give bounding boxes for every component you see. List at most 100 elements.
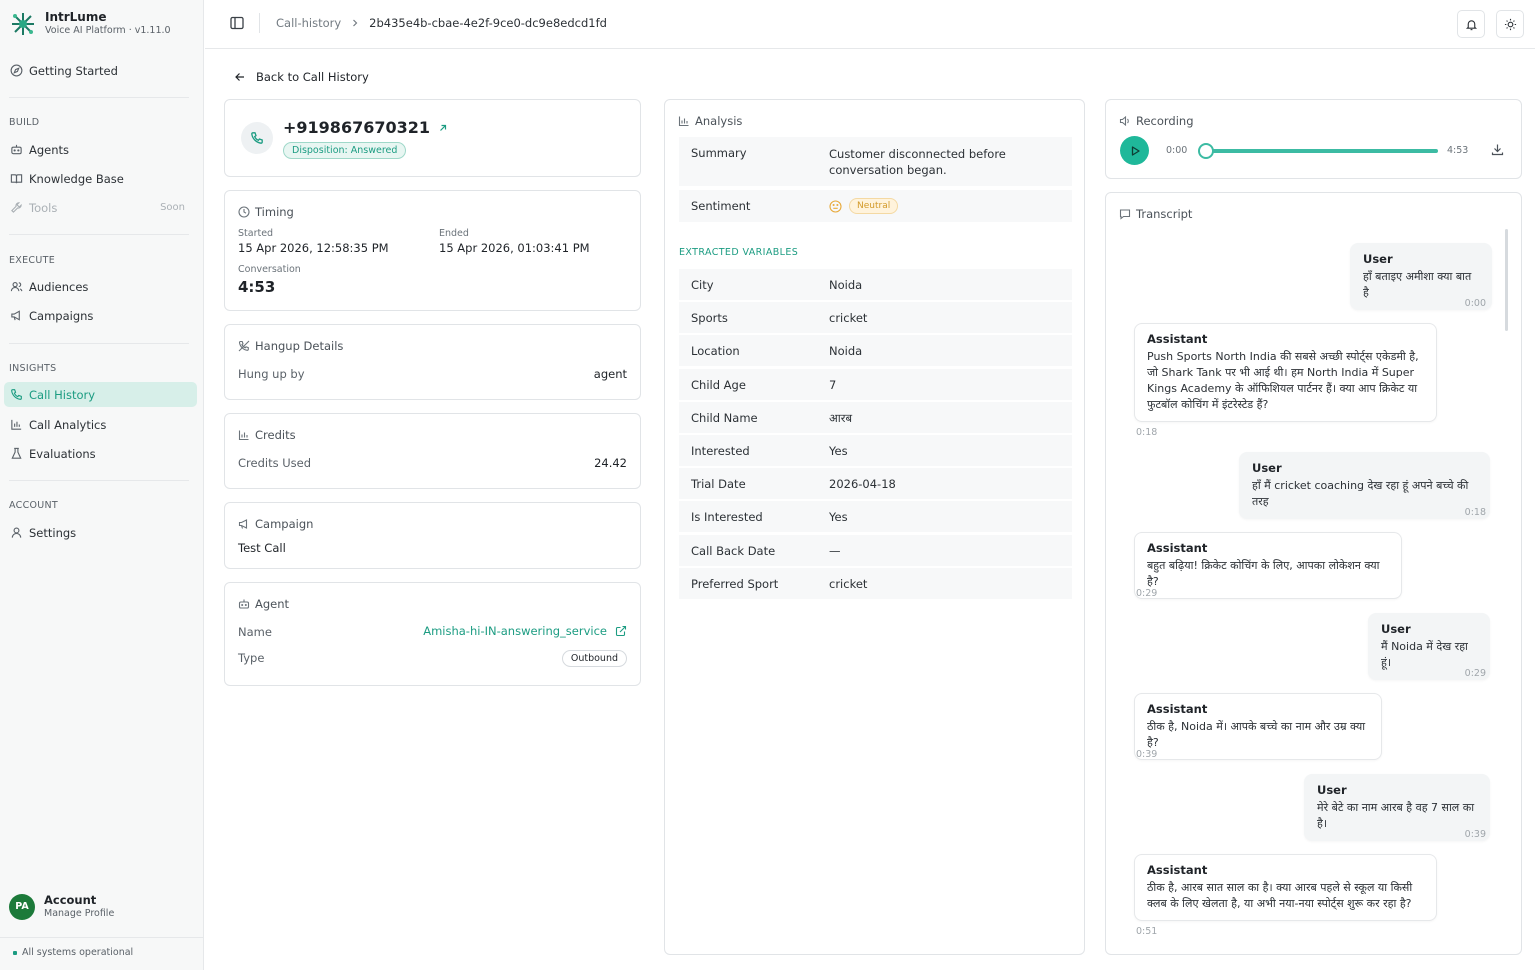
variable-row: Interested Yes [679, 435, 1072, 467]
sidebar-item-getting-started[interactable]: Getting Started [4, 58, 197, 83]
variable-key: Sports [691, 311, 728, 326]
notifications-button[interactable] [1457, 10, 1485, 38]
nav-divider [9, 234, 189, 235]
message-text: ठीक है, आरब सात साल का है। क्या आरब पहले… [1147, 881, 1413, 910]
sidebar-toggle-icon[interactable] [229, 15, 245, 31]
nav-divider [9, 343, 189, 344]
message-timestamp: 0:39 [1464, 829, 1486, 840]
sidebar-item-evaluations[interactable]: Evaluations [4, 441, 197, 466]
sidebar-item-label: Getting Started [29, 63, 118, 78]
brand[interactable]: IntrLume Voice AI Platform · v1.11.0 [10, 10, 171, 37]
card-title: Analysis [678, 114, 742, 128]
variable-value: cricket [829, 576, 868, 591]
user-icon [9, 526, 23, 540]
progress-track[interactable] [1206, 149, 1438, 153]
play-button[interactable] [1120, 136, 1149, 165]
status-dot-icon [13, 950, 17, 955]
message-text: ठीक है, Noida में। आपके बच्चे का नाम और … [1147, 720, 1366, 749]
timing-title: Timing [255, 205, 294, 219]
transcript-message: User हाँ मैं cricket coaching देख रहा हू… [1239, 452, 1490, 519]
variable-key: Interested [691, 444, 750, 458]
ended-label: Ended [439, 228, 469, 239]
message-text: हाँ बताइए अमीशा क्या बात है [1363, 270, 1472, 299]
transcript-scrollbar[interactable] [1505, 229, 1508, 331]
sidebar-item-label: Settings [29, 525, 77, 540]
started-value: 15 Apr 2026, 12:58:35 PM [238, 241, 389, 255]
breadcrumb-parent[interactable]: Call-history [276, 16, 341, 30]
started-label: Started [238, 228, 274, 239]
arrow-up-right-icon [440, 124, 447, 131]
credits-used-label: Credits Used [238, 456, 312, 470]
card-title: Timing [238, 205, 294, 219]
bar-chart-icon [9, 418, 23, 432]
sidebar-item-settings[interactable]: Settings [4, 520, 197, 545]
variable-key: City [691, 278, 714, 292]
sidebar-item-campaigns[interactable]: Campaigns [4, 303, 197, 328]
nav-section-insights: INSIGHTS [9, 363, 57, 374]
message-role: User [1252, 461, 1282, 475]
agent-name-link[interactable]: Amisha-hi-IN-answering_service [423, 624, 627, 638]
theme-toggle-button[interactable] [1496, 10, 1524, 38]
credits-title: Credits [255, 428, 296, 442]
sun-icon [1504, 18, 1516, 30]
nav-section-build: BUILD [9, 117, 40, 128]
card-title: Hangup Details [238, 339, 343, 353]
download-icon[interactable] [1491, 143, 1504, 156]
variable-row: Call Back Date — [679, 534, 1072, 567]
bell-icon [1465, 19, 1477, 30]
variable-row: Trial Date 2026-04-18 [679, 468, 1072, 501]
sidebar-item-call-history[interactable]: Call History [4, 382, 197, 407]
campaign-value[interactable]: Test Call [238, 541, 286, 555]
message-text: बहुत बढ़िया! क्रिकेट कोचिंग के लिए, आपका… [1147, 559, 1380, 588]
phone-off-icon [238, 340, 250, 352]
clock-icon [238, 206, 250, 218]
agent-name-value: Amisha-hi-IN-answering_service [423, 624, 607, 638]
bar-chart-icon [238, 429, 250, 441]
message-role: Assistant [1147, 702, 1208, 716]
message-role: Assistant [1147, 332, 1208, 346]
back-to-call-history-link[interactable]: Back to Call History [234, 70, 369, 84]
message-timestamp: 0:39 [1136, 749, 1158, 760]
variable-value: Yes [829, 510, 848, 525]
neutral-face-icon [829, 199, 842, 213]
analysis-title: Analysis [695, 114, 743, 128]
message-timestamp: 0:00 [1464, 298, 1486, 309]
message-role: Assistant [1147, 541, 1208, 555]
variable-key: Child Name [691, 410, 758, 425]
hung-up-by-value: agent [593, 367, 627, 381]
sidebar-item-knowledge-base[interactable]: Knowledge Base [4, 166, 197, 191]
sidebar-item-audiences[interactable]: Audiences [4, 274, 197, 299]
sidebar-item-label: Audiences [29, 279, 89, 294]
agent-type-badge: Outbound [561, 650, 627, 667]
account-subtitle: Manage Profile [44, 908, 115, 919]
transcript-card: Transcript User हाँ बताइए अमीशा क्या बात… [1105, 192, 1522, 955]
account-profile[interactable]: PA Account Manage Profile [9, 893, 114, 920]
variable-row: Child Age 7 [679, 368, 1072, 401]
variable-value: आरब [829, 410, 853, 425]
transcript-message: Assistant Push Sports North India की सबस… [1134, 323, 1437, 422]
sidebar-item-agents[interactable]: Agents [4, 137, 197, 162]
divider [259, 13, 260, 33]
variable-row: City Noida [679, 269, 1072, 301]
progress-handle[interactable] [1198, 143, 1214, 159]
transcript-message: Assistant ठीक है, Noida में। आपके बच्चे … [1134, 693, 1382, 760]
system-status-text: All systems operational [22, 947, 134, 958]
variable-value: 7 [829, 377, 837, 392]
brand-subtitle: Voice AI Platform · v1.11.0 [45, 25, 171, 36]
current-time: 0:00 [1166, 145, 1188, 156]
breadcrumb: Call-history 2b435e4b-cbae-4e2f-9ce0-dc9… [276, 16, 607, 30]
card-title: Campaign [238, 517, 313, 531]
card-title: Credits [238, 428, 296, 442]
flask-icon [9, 447, 23, 461]
wrench-icon [9, 201, 23, 215]
sidebar-item-call-analytics[interactable]: Call Analytics [4, 412, 197, 437]
sidebar-item-label: Tools [29, 200, 58, 215]
account-name: Account [44, 893, 97, 907]
sidebar-item-label: Knowledge Base [29, 171, 124, 186]
sentiment-row: Sentiment Neutral [679, 190, 1072, 223]
phone-history-icon [9, 388, 23, 402]
nav-divider [9, 97, 189, 98]
message-text: मेरे बेटे का नाम आरब है वह 7 साल का है। [1317, 801, 1475, 830]
recording-title: Recording [1136, 114, 1194, 128]
sidebar-item-label: Agents [29, 142, 70, 157]
